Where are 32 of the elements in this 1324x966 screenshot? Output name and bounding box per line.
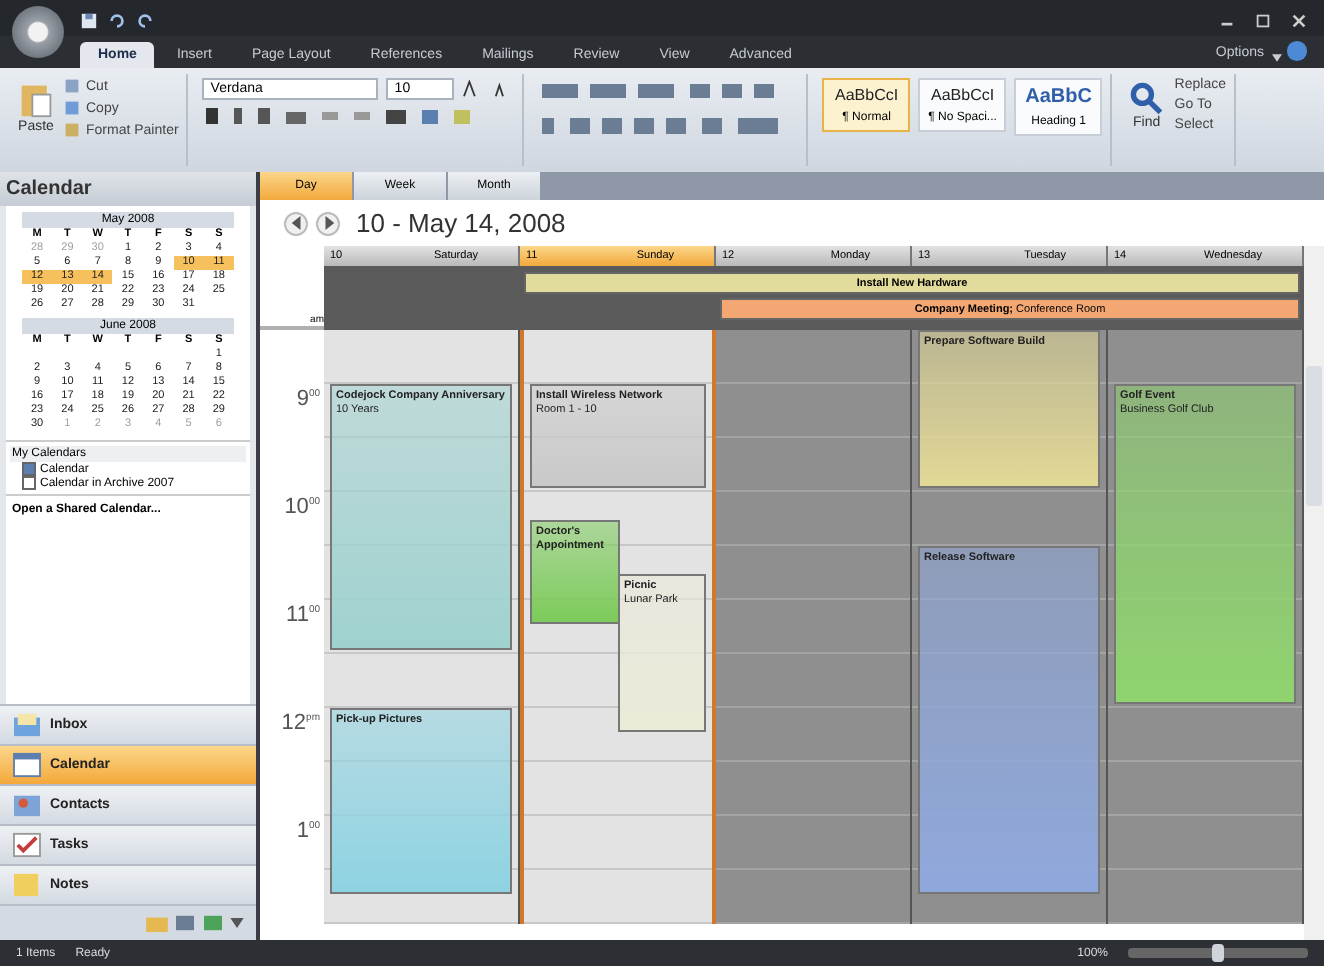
caret-icon[interactable] (230, 918, 244, 928)
hour-label: 12$^{pm}$ (281, 709, 320, 736)
calendar-icon (12, 752, 42, 778)
redo-icon[interactable] (136, 11, 154, 29)
hour-label: 11$^{00}$ (286, 601, 320, 628)
note-icon (12, 872, 42, 898)
maximize-icon[interactable] (1254, 11, 1272, 29)
search-icon (1128, 80, 1165, 116)
next-button[interactable] (316, 211, 340, 235)
close-icon[interactable] (1290, 11, 1308, 29)
help-icon[interactable] (1286, 40, 1308, 62)
zoom-slider-thumb[interactable] (1212, 944, 1224, 962)
save-icon[interactable] (80, 11, 98, 29)
hour-label: 9$^{00}$ (296, 385, 320, 412)
undo-icon[interactable] (108, 11, 126, 29)
office-button[interactable] (12, 6, 64, 58)
contact-card-icon (12, 792, 42, 818)
pane-title: Calendar (0, 172, 256, 206)
scrollbar[interactable] (1304, 246, 1324, 940)
tray-icon (12, 712, 42, 738)
previous-button[interactable] (284, 211, 308, 235)
hour-label: 10$^{00}$ (284, 493, 320, 520)
hour-label: 1$^{00}$ (296, 817, 320, 844)
checkbox[interactable] (22, 462, 36, 476)
clipboard-icon (18, 80, 54, 120)
left-arrow-icon (289, 216, 303, 230)
caret-icon[interactable] (1272, 54, 1282, 62)
date-range-title: 10 - May 14, 2008 (356, 208, 566, 238)
zoom-slider[interactable] (1128, 948, 1308, 958)
checkmark-icon (12, 832, 42, 858)
right-arrow-icon (321, 216, 335, 230)
checkbox[interactable] (22, 476, 36, 490)
